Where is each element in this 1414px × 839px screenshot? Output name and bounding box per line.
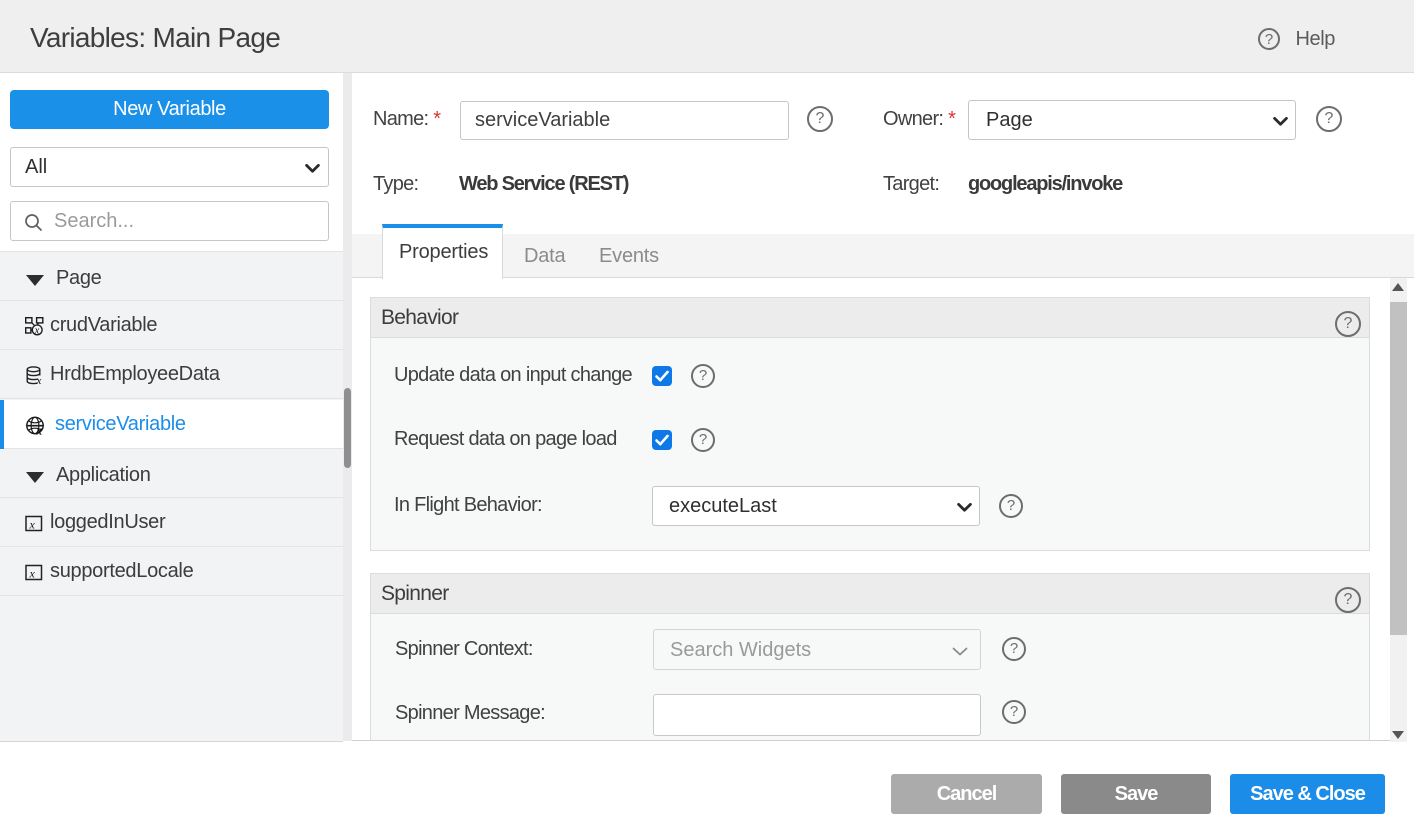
- svg-text:x: x: [29, 518, 36, 532]
- svg-text:x: x: [36, 375, 42, 385]
- svg-text:x: x: [34, 326, 40, 336]
- svg-text:x: x: [35, 423, 42, 436]
- svg-text:x: x: [29, 567, 36, 581]
